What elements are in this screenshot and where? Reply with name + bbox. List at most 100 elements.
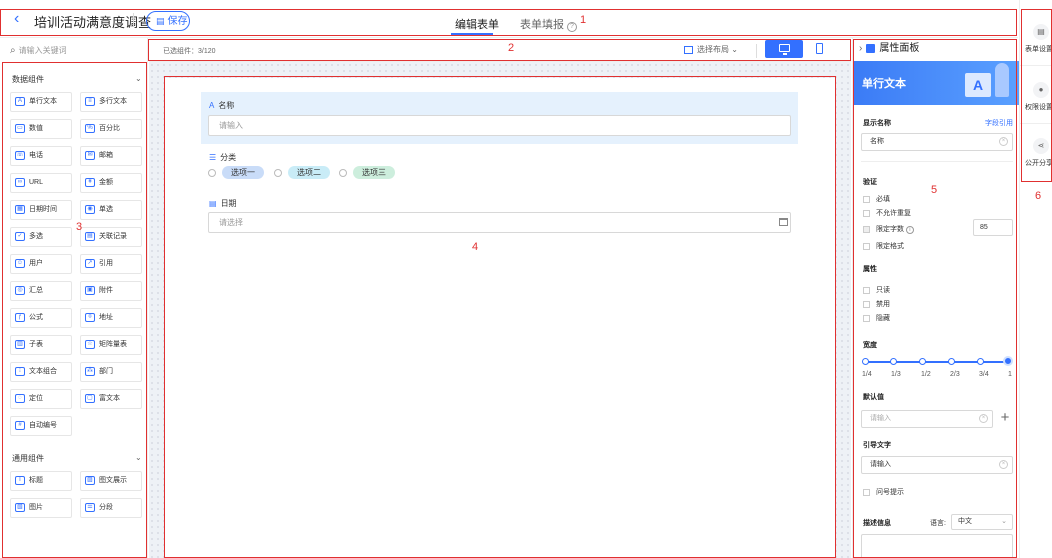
- radio-option-3[interactable]: 选项三: [339, 166, 395, 179]
- display-name-input[interactable]: 名称 ×: [861, 133, 1013, 151]
- layout-label: 选择布局: [697, 45, 729, 54]
- name-input[interactable]: 请输入: [208, 115, 791, 136]
- component-item[interactable]: # 自动编号: [10, 416, 72, 436]
- width-slider-stop[interactable]: [890, 358, 897, 365]
- component-item[interactable]: ≡ 多行文本: [80, 92, 142, 112]
- component-item[interactable]: ☏ 电话: [10, 146, 72, 166]
- checkbox-box[interactable]: [863, 242, 870, 250]
- width-slider-stop[interactable]: [948, 358, 955, 365]
- component-item[interactable]: ▢ 富文本: [80, 389, 142, 409]
- clear-icon[interactable]: ×: [999, 137, 1008, 146]
- hidden-checkbox[interactable]: 隐藏: [863, 313, 890, 323]
- radio-circle[interactable]: [208, 168, 216, 177]
- component-item[interactable]: ▤ 关联记录: [80, 227, 142, 247]
- checkbox-box[interactable]: [863, 225, 870, 233]
- checkbox-box[interactable]: [863, 314, 870, 322]
- component-item[interactable]: ✓ 多选: [10, 227, 72, 247]
- radio-option-1[interactable]: 选项一: [208, 166, 264, 179]
- component-item[interactable]: ƒ 公式: [10, 308, 72, 328]
- width-slider-stop[interactable]: [862, 358, 869, 365]
- width-slider-track[interactable]: [865, 361, 1007, 363]
- radio-circle[interactable]: [274, 168, 282, 177]
- collapse-chevron-icon[interactable]: ›: [859, 43, 862, 54]
- component-item[interactable]: ▭ 数值: [10, 119, 72, 139]
- canvas-toolbar: 已选组件：3/120 选择布局 ⌄: [149, 38, 851, 62]
- layout-select[interactable]: 选择布局 ⌄: [684, 44, 738, 55]
- width-slider-handle[interactable]: [1003, 356, 1013, 366]
- permission-settings-button[interactable]: ● 权限设置: [1020, 78, 1052, 118]
- component-item[interactable]: ◎ 汇总: [10, 281, 72, 301]
- save-button[interactable]: ▤ 保存: [146, 11, 190, 31]
- form-settings-button[interactable]: ▤ 表单设置: [1020, 20, 1052, 60]
- guide-text-input[interactable]: 请输入 ×: [861, 456, 1013, 474]
- device-mobile-button[interactable]: [811, 41, 829, 57]
- checkbox-box[interactable]: [863, 300, 870, 308]
- clear-icon[interactable]: ×: [979, 414, 988, 423]
- component-item[interactable]: % 百分比: [80, 119, 142, 139]
- component-item[interactable]: T 标题: [10, 471, 72, 491]
- component-item[interactable]: A 单行文本: [10, 92, 72, 112]
- component-item[interactable]: ✉ 邮箱: [80, 146, 142, 166]
- add-icon[interactable]: +: [997, 409, 1013, 427]
- component-item[interactable]: ◉ 单选: [80, 200, 142, 220]
- component-item[interactable]: ▨ 图文展示: [80, 471, 142, 491]
- date-input[interactable]: 请选择: [208, 212, 791, 233]
- required-checkbox[interactable]: 必填: [863, 194, 890, 204]
- chevron-down-icon[interactable]: ⌄: [135, 74, 142, 83]
- back-arrow-icon[interactable]: ‹: [14, 11, 30, 27]
- field-name-label[interactable]: A 名称: [209, 100, 234, 111]
- component-group-title[interactable]: 通用组件: [12, 453, 44, 464]
- component-item[interactable]: ☰ 分段: [80, 498, 142, 518]
- format-checkbox[interactable]: 限定格式: [863, 241, 904, 251]
- public-share-button[interactable]: ⋖ 公开分享: [1020, 134, 1052, 174]
- formula-icon: ƒ: [15, 312, 25, 322]
- description-textarea[interactable]: [861, 534, 1013, 558]
- checkbox-box[interactable]: [863, 209, 870, 217]
- field-reference-link[interactable]: 字段引用: [985, 118, 1013, 128]
- component-item[interactable]: ▦ 日期时间: [10, 200, 72, 220]
- component-group-title[interactable]: 数据组件: [12, 74, 44, 85]
- calendar-icon[interactable]: [779, 218, 788, 226]
- width-slider-stop[interactable]: [919, 358, 926, 365]
- component-search-input[interactable]: ⌕ 请输入关键词: [6, 42, 142, 60]
- component-item[interactable]: ¥ 金额: [80, 173, 142, 193]
- question-tip-checkbox[interactable]: 问号提示: [863, 487, 904, 497]
- chevron-down-icon[interactable]: ⌄: [135, 453, 142, 462]
- device-pc-button[interactable]: [765, 40, 803, 58]
- component-item[interactable]: ⁂ 部门: [80, 362, 142, 382]
- checkbox-box[interactable]: [863, 488, 870, 496]
- tab-edit-form[interactable]: 编辑表单: [455, 16, 499, 32]
- disabled-checkbox[interactable]: 禁用: [863, 299, 890, 309]
- no-duplicate-checkbox[interactable]: 不允许重复: [863, 208, 911, 218]
- radio-option-2[interactable]: 选项二: [274, 166, 330, 179]
- component-item-label: 标题: [29, 477, 43, 484]
- char-limit-input[interactable]: 85: [973, 219, 1013, 236]
- checkbox-box[interactable]: [863, 195, 870, 203]
- info-icon[interactable]: i: [905, 226, 914, 234]
- checkbox-box[interactable]: [863, 286, 870, 294]
- tab-form-fill[interactable]: 表单填报?: [520, 16, 577, 32]
- component-item[interactable]: ▥ 子表: [10, 335, 72, 355]
- component-item[interactable]: ⁝ 文本组合: [10, 362, 72, 382]
- field-category-label[interactable]: ☰ 分类: [209, 152, 236, 163]
- component-item[interactable]: ∞ URL: [10, 173, 72, 193]
- component-item[interactable]: ☺ 用户: [10, 254, 72, 274]
- default-value-input[interactable]: 请输入 ×: [861, 410, 993, 428]
- component-item[interactable]: ⌾ 地址: [80, 308, 142, 328]
- char-limit-checkbox[interactable]: 限定字数 i: [863, 224, 914, 234]
- department-icon: ⁂: [85, 366, 95, 376]
- component-item[interactable]: ↗ 引用: [80, 254, 142, 274]
- component-item[interactable]: ◌ 定位: [10, 389, 72, 409]
- clear-icon[interactable]: ×: [999, 460, 1008, 469]
- field-date-label[interactable]: ▤ 日期: [209, 198, 237, 209]
- component-item[interactable]: ▧ 图片: [10, 498, 72, 518]
- help-icon[interactable]: ?: [567, 22, 577, 32]
- width-slider-stop[interactable]: [977, 358, 984, 365]
- radio-circle[interactable]: [339, 168, 347, 177]
- language-select[interactable]: 中文 ⌄: [951, 514, 1013, 530]
- readonly-checkbox[interactable]: 只读: [863, 285, 890, 295]
- annotation-label-4: 4: [472, 241, 479, 253]
- component-item[interactable]: ▣ 附件: [80, 281, 142, 301]
- component-item[interactable]: ☆ 矩阵量表: [80, 335, 142, 355]
- phone-icon: ☏: [15, 150, 25, 160]
